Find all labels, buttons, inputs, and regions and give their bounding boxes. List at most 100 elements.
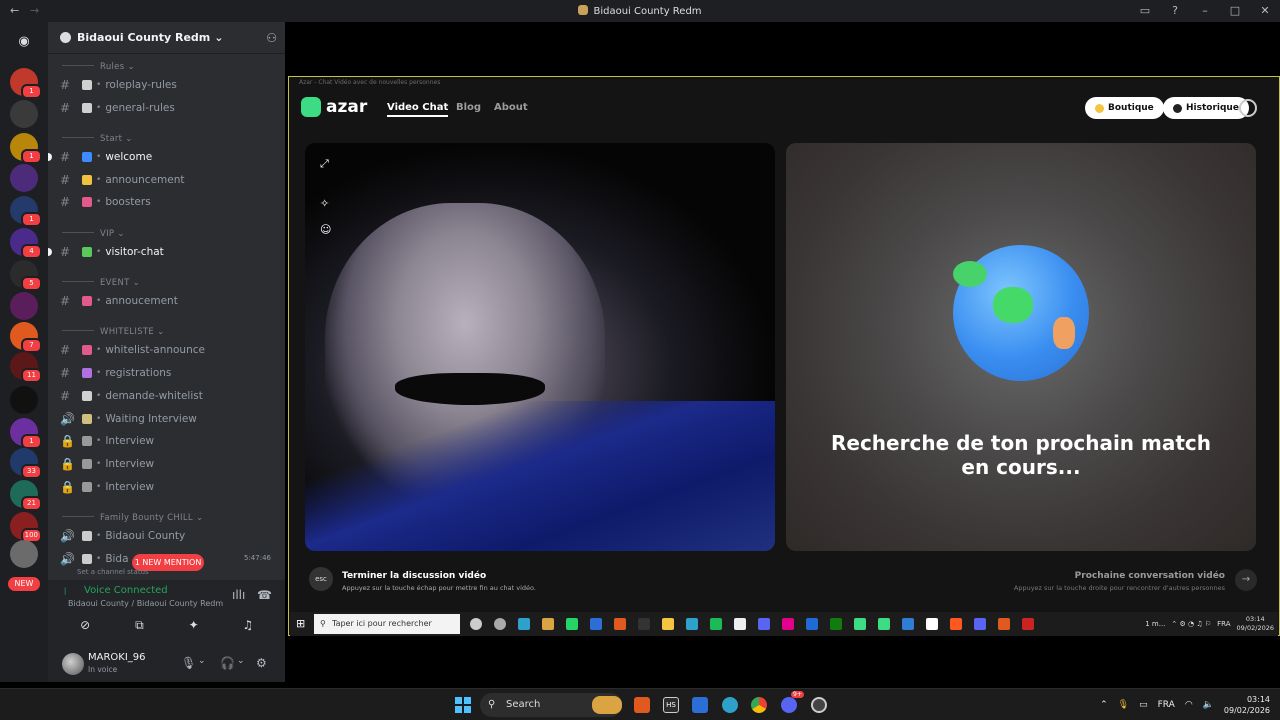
end-chat-title[interactable]: Terminer la discussion vidéo: [342, 571, 486, 581]
next-arrow-icon[interactable]: →: [1235, 569, 1257, 591]
channel-category[interactable]: Family Bounty CHILL ⌄: [62, 513, 262, 523]
invite-people-icon[interactable]: ⚇: [266, 31, 277, 45]
wifi-icon[interactable]: ◠: [1185, 700, 1193, 710]
channel-item[interactable]: # • welcome: [48, 147, 285, 167]
server-icon[interactable]: 1: [10, 133, 42, 164]
server-icon[interactable]: 100: [10, 512, 42, 543]
new-unreads-badge[interactable]: NEW: [8, 577, 40, 591]
stream-view[interactable]: Azar - Chat Vidéo avec de nouvelles pers…: [288, 76, 1280, 636]
tray-overflow-icon[interactable]: ⌃: [1100, 700, 1108, 710]
server-icon[interactable]: 21: [10, 480, 42, 511]
channel-item[interactable]: 🔊 • Bidaoui County: [48, 526, 285, 546]
discord-icon[interactable]: [781, 697, 797, 713]
next-chat-title[interactable]: Prochaine conversation vidéo: [1075, 571, 1225, 581]
channel-item[interactable]: # • whitelist-announce: [48, 340, 285, 360]
inbox-icon[interactable]: ▭: [1130, 0, 1160, 22]
network-icon[interactable]: ▭: [1139, 700, 1148, 710]
app-icon-2[interactable]: [811, 697, 827, 713]
window-title: Bidaoui County Redm: [0, 5, 1280, 17]
voice-connected-label[interactable]: Voice Connected: [84, 585, 168, 596]
server-icon[interactable]: 1: [10, 68, 42, 99]
noise-suppression-icon[interactable]: ıllı: [232, 588, 245, 602]
server-icon[interactable]: [10, 386, 38, 414]
channel-item[interactable]: # • boosters: [48, 192, 285, 212]
channel-item[interactable]: # • demande-whitelist: [48, 386, 285, 406]
channel-item[interactable]: # • annoucement: [48, 291, 285, 311]
channel-item[interactable]: # • roleplay-rules: [48, 75, 285, 95]
close-button[interactable]: ✕: [1250, 0, 1280, 22]
channel-item[interactable]: 🔒 • Interview: [48, 431, 285, 451]
headphones-icon[interactable]: 🎧: [220, 656, 235, 670]
text-channel-icon: #: [60, 78, 71, 92]
channel-name: visitor-chat: [105, 246, 164, 258]
chevron-down-icon[interactable]: ⌄: [237, 656, 245, 666]
server-icon[interactable]: 11: [10, 352, 42, 383]
maximize-button[interactable]: □: [1220, 0, 1250, 22]
voice-location[interactable]: Bidaoui County / Bidaoui County Redm: [68, 599, 223, 608]
avatar[interactable]: [62, 653, 84, 675]
camera-off-icon[interactable]: ⊘: [63, 616, 107, 634]
minimize-button[interactable]: –: [1190, 0, 1220, 22]
nav-about[interactable]: About: [494, 102, 528, 113]
server-icon[interactable]: [10, 540, 38, 568]
channel-item[interactable]: 🔊 • Waiting Interview: [48, 409, 285, 429]
server-icon[interactable]: 5: [10, 260, 42, 291]
magic-wand-icon[interactable]: ✧: [320, 197, 332, 210]
photos-icon[interactable]: [692, 697, 708, 713]
activities-icon[interactable]: ✦: [172, 616, 216, 634]
boutique-button[interactable]: Boutique: [1085, 97, 1164, 119]
app-icon-1[interactable]: [634, 697, 650, 713]
channel-item[interactable]: # • announcement: [48, 170, 285, 190]
channel-item[interactable]: 🔒 • Interview: [48, 477, 285, 497]
channel-status-hint[interactable]: Set a channel status: [77, 568, 149, 576]
profile-icon[interactable]: [1239, 99, 1257, 117]
help-icon[interactable]: ?: [1160, 0, 1190, 22]
server-icon[interactable]: 4: [10, 228, 42, 259]
azar-logo[interactable]: azar: [301, 97, 367, 117]
chrome-icon[interactable]: [751, 697, 767, 713]
server-icon[interactable]: 33: [10, 448, 42, 479]
os-language[interactable]: FRA: [1158, 700, 1175, 710]
microphone-in-use-icon[interactable]: 🎙: [1118, 700, 1129, 710]
soundboard-icon[interactable]: ♫: [226, 616, 270, 634]
channel-category[interactable]: EVENT ⌄: [62, 278, 262, 288]
signal-icon[interactable]: ⧙: [64, 585, 78, 598]
settings-gear-icon[interactable]: ⚙: [256, 656, 267, 670]
channel-item[interactable]: 🔒 • Interview: [48, 454, 285, 474]
server-icon[interactable]: [10, 292, 38, 320]
channel-item[interactable]: # • visitor-chat: [48, 242, 285, 262]
channel-category[interactable]: Start ⌄: [62, 134, 262, 144]
volume-icon[interactable]: 🔈: [1203, 700, 1214, 710]
channel-category[interactable]: VIP ⌄: [62, 229, 262, 239]
chevron-down-icon[interactable]: ⌄: [198, 656, 206, 666]
microphone-icon[interactable]: 🎙: [181, 656, 196, 670]
server-header[interactable]: Bidaoui County Redm ⌄ ⚇: [48, 22, 285, 54]
fullscreen-icon[interactable]: ⤢: [320, 157, 332, 170]
os-clock[interactable]: 03:14 09/02/2026: [1224, 694, 1270, 716]
widgets-icon[interactable]: [592, 696, 622, 714]
text-channel-icon: #: [60, 366, 71, 380]
historique-button[interactable]: Historique: [1163, 97, 1249, 119]
edge-icon[interactable]: [722, 697, 738, 713]
app-icon-hs[interactable]: HS: [663, 697, 679, 713]
disconnect-icon[interactable]: ☎: [257, 588, 272, 602]
discord-home-icon[interactable]: ◉: [10, 28, 38, 56]
channel-category[interactable]: WHITELISTE ⌄: [62, 327, 262, 337]
server-icon[interactable]: 1: [10, 418, 42, 449]
discord-badge: 9+: [791, 691, 804, 698]
channel-item[interactable]: # • general-rules: [48, 98, 285, 118]
nav-video-chat[interactable]: Video Chat: [387, 102, 449, 117]
server-icon[interactable]: 7: [10, 322, 42, 353]
channel-category[interactable]: Rules ⌄: [62, 62, 262, 72]
screen-share-icon[interactable]: ⧉: [117, 616, 161, 634]
sticker-icon[interactable]: ☺: [320, 223, 332, 236]
unread-indicator: [48, 248, 52, 256]
server-icon[interactable]: [10, 164, 38, 192]
channel-item[interactable]: # • registrations: [48, 363, 285, 383]
server-icon[interactable]: 1: [10, 196, 42, 227]
server-icon[interactable]: [10, 100, 38, 128]
esc-key-button[interactable]: esc: [309, 567, 333, 591]
nav-blog[interactable]: Blog: [456, 102, 481, 113]
username[interactable]: MAROKI_96: [88, 652, 146, 663]
windows-start-button[interactable]: [455, 697, 471, 713]
